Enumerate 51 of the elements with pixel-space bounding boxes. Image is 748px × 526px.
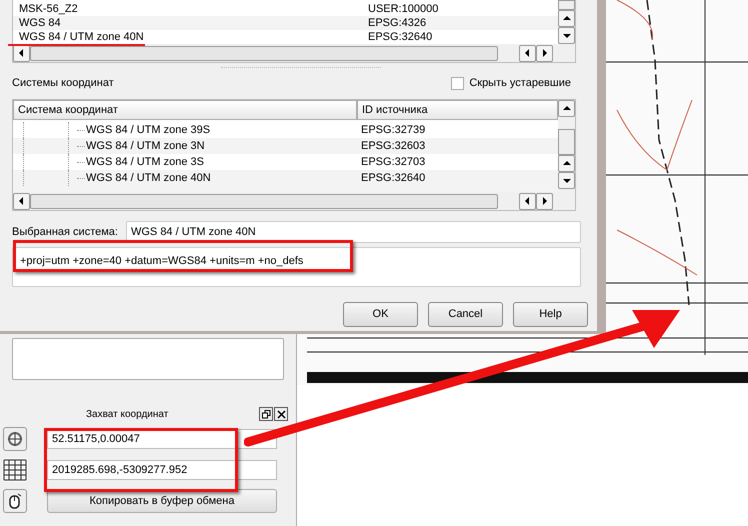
checkbox[interactable] xyxy=(451,76,464,90)
coordinate-field[interactable]: 2019285.698,-5309277.952 xyxy=(47,460,277,480)
table-cell-text: EPSG:4326 xyxy=(368,16,426,31)
dialog-button[interactable]: OK xyxy=(343,302,418,327)
table-cell-text: EPSG:32603 xyxy=(360,138,426,154)
table-cell-text: EPSG:32640 xyxy=(360,170,426,186)
tree-item[interactable]: WGS 84 / UTM zone 39S xyxy=(86,122,210,138)
selected-crs-field[interactable]: WGS 84 / UTM zone 40N xyxy=(126,221,581,243)
scroll-arrow-button[interactable] xyxy=(536,192,553,210)
checkbox-label: Скрыть устаревшие xyxy=(469,76,571,91)
table-cell: WGS 84 xyxy=(19,17,61,29)
scroll-arrow-button[interactable] xyxy=(558,10,575,27)
proj-text-area[interactable]: +proj=utm +zone=40 +datum=WGS84 +units=m +no_defs xyxy=(12,247,581,287)
scroll-arrow-button[interactable] xyxy=(536,44,553,62)
crosshair-button[interactable] xyxy=(3,427,27,451)
close-button[interactable] xyxy=(274,407,288,421)
tree-item[interactable]: WGS 84 / UTM zone 40N xyxy=(86,170,211,186)
field-label: Выбранная система: xyxy=(12,224,118,240)
table-cell-text: EPSG:32739 xyxy=(360,122,426,138)
scroll-arrow-button[interactable] xyxy=(13,192,30,210)
mouse-button[interactable] xyxy=(3,489,27,513)
dock-title: Захват координат xyxy=(86,408,170,422)
scroll-arrow-button[interactable] xyxy=(558,100,575,117)
column-header[interactable]: Система координат xyxy=(13,100,357,120)
dialog-button[interactable]: Cancel xyxy=(428,302,503,327)
scrollbar-thumb[interactable] xyxy=(558,0,575,10)
table-cell: MSK-56_Z2 xyxy=(19,3,78,15)
float-button[interactable] xyxy=(259,407,273,421)
tree-item[interactable]: WGS 84 / UTM zone 3S xyxy=(86,154,204,170)
table-cell: WGS 84 / UTM zone 40N xyxy=(19,31,144,43)
table-cell-text: EPSG:32703 xyxy=(360,154,426,170)
target-icon xyxy=(7,431,23,447)
scrollbar-thumb[interactable] xyxy=(30,194,498,208)
scrollbar-thumb[interactable] xyxy=(30,46,498,60)
column-header[interactable]: ID источника xyxy=(357,100,558,120)
grid-icon xyxy=(3,459,27,481)
copy-button[interactable]: Копировать в буфер обмена xyxy=(47,489,277,513)
dialog-button[interactable]: Help xyxy=(513,302,588,327)
mouse-icon xyxy=(8,493,22,509)
close-icon xyxy=(276,410,286,418)
scroll-arrow-button[interactable] xyxy=(558,172,575,189)
scroll-arrow-button[interactable] xyxy=(558,27,575,44)
table-cell-text: EPSG:32640 xyxy=(368,30,432,45)
tree-item[interactable]: WGS 84 / UTM zone 3N xyxy=(86,138,205,154)
scroll-arrow-button[interactable] xyxy=(558,155,575,172)
scrollbar-thumb[interactable] xyxy=(558,129,575,155)
section-label: Системы координат xyxy=(12,76,115,91)
table-cell-text: USER:100000 xyxy=(368,2,438,17)
scroll-arrow-button[interactable] xyxy=(519,192,536,210)
scroll-arrow-button[interactable] xyxy=(519,44,536,62)
window-restore-icon xyxy=(262,410,270,418)
